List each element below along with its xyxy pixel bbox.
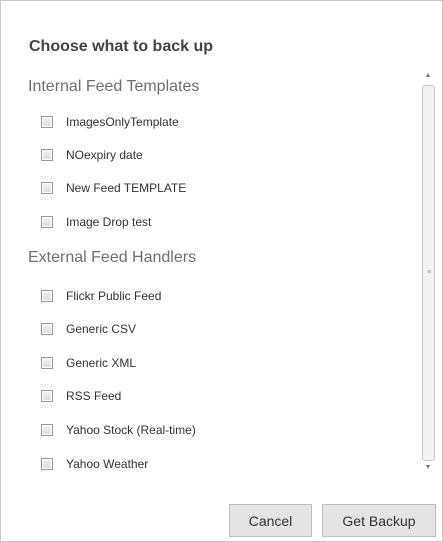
item-label: NOexpiry date: [66, 148, 143, 162]
grip-icon: ≡: [427, 269, 432, 276]
backup-dialog: Choose what to back up Internal Feed Tem…: [0, 0, 443, 542]
checkbox[interactable]: [41, 390, 53, 402]
item-label: Yahoo Weather: [66, 457, 149, 471]
checkbox[interactable]: [41, 149, 53, 161]
list-item[interactable]: Image Drop test: [41, 213, 151, 231]
dialog-title: Choose what to back up: [29, 38, 214, 55]
checkbox[interactable]: [41, 424, 53, 436]
item-label: ImagesOnlyTemplate: [66, 115, 179, 129]
list-item[interactable]: RSS Feed: [41, 387, 121, 405]
section-header-external: External Feed Handlers: [28, 249, 197, 266]
checkbox[interactable]: [41, 357, 53, 369]
list-item[interactable]: Generic XML: [41, 354, 136, 372]
checkbox[interactable]: [41, 216, 53, 228]
list-item[interactable]: ImagesOnlyTemplate: [41, 113, 179, 131]
item-label: Yahoo Stock (Real-time): [66, 423, 196, 437]
checkbox[interactable]: [41, 182, 53, 194]
item-label: Generic CSV: [66, 322, 137, 336]
checkbox[interactable]: [41, 290, 53, 302]
list-item[interactable]: NOexpiry date: [41, 146, 143, 164]
scroll-down-arrow-icon[interactable]: ▼: [420, 461, 436, 475]
vertical-scrollbar[interactable]: ▲ ≡ ▼: [420, 69, 436, 475]
item-label: Image Drop test: [66, 215, 152, 229]
checkbox[interactable]: [41, 323, 53, 335]
section-header-internal: Internal Feed Templates: [28, 78, 200, 95]
list-item[interactable]: Yahoo Stock (Real-time): [41, 421, 196, 439]
list-item[interactable]: Flickr Public Feed: [41, 287, 161, 305]
item-label: New Feed TEMPLATE: [66, 181, 187, 195]
checkbox[interactable]: [41, 116, 53, 128]
item-label: Generic XML: [66, 356, 137, 370]
checkbox[interactable]: [41, 458, 53, 470]
get-backup-button[interactable]: Get Backup: [322, 504, 436, 537]
scroll-thumb[interactable]: ≡: [422, 85, 435, 461]
list-item[interactable]: Generic CSV: [41, 320, 136, 338]
backup-list: Internal Feed Templates ImagesOnlyTempla…: [28, 69, 408, 479]
item-label: Flickr Public Feed: [66, 289, 162, 303]
list-item[interactable]: New Feed TEMPLATE: [41, 179, 186, 197]
scroll-up-arrow-icon[interactable]: ▲: [420, 69, 436, 83]
cancel-button[interactable]: Cancel: [229, 504, 312, 537]
list-item[interactable]: Yahoo Weather: [41, 455, 148, 473]
item-label: RSS Feed: [66, 389, 122, 403]
